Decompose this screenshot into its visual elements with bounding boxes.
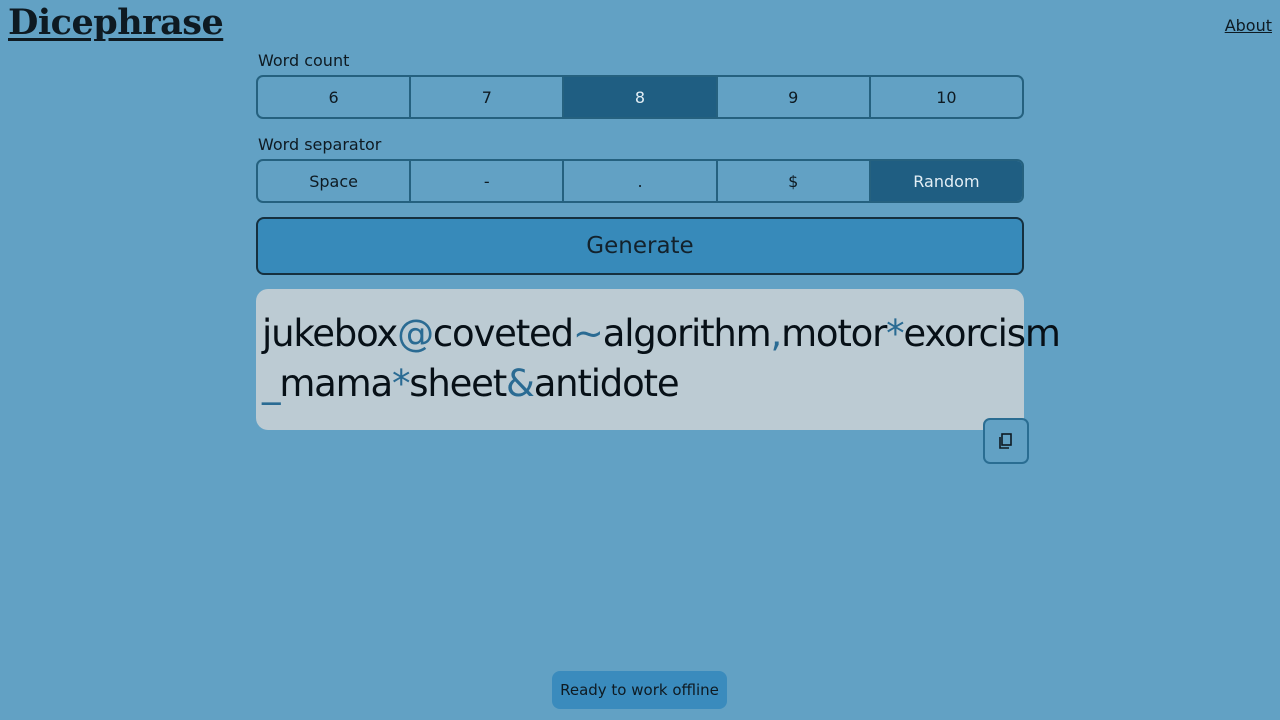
separator-option-dollar[interactable]: $ bbox=[718, 161, 871, 201]
word-count-option-6[interactable]: 6 bbox=[258, 77, 412, 117]
passphrase-word: sheet bbox=[409, 362, 507, 405]
passphrase-word: coveted bbox=[432, 312, 574, 355]
word-separator-selector: Space - . $ Random bbox=[256, 159, 1024, 203]
copy-icon bbox=[997, 432, 1015, 450]
passphrase-word: algorithm bbox=[602, 312, 772, 355]
passphrase-separator: ~ bbox=[572, 312, 604, 355]
passphrase-separator: , bbox=[770, 312, 783, 355]
word-separator-label: Word separator bbox=[258, 135, 382, 154]
passphrase-word: mama bbox=[279, 362, 393, 405]
word-count-label: Word count bbox=[258, 51, 350, 70]
passphrase-word: jukebox bbox=[262, 312, 398, 355]
separator-option-random[interactable]: Random bbox=[870, 161, 1022, 201]
word-count-option-10[interactable]: 10 bbox=[871, 77, 1022, 117]
word-count-option-7[interactable]: 7 bbox=[411, 77, 565, 117]
offline-status-toast: Ready to work offline bbox=[552, 671, 727, 709]
copy-button[interactable] bbox=[983, 418, 1029, 464]
word-count-selector: 6 7 8 9 10 bbox=[256, 75, 1024, 119]
passphrase-separator: * bbox=[391, 362, 411, 405]
passphrase-separator: @ bbox=[397, 312, 434, 355]
generate-button[interactable]: Generate bbox=[256, 217, 1024, 275]
separator-option-dash[interactable]: - bbox=[411, 161, 565, 201]
main-panel: Word count 6 7 8 9 10 Word separator Spa… bbox=[256, 50, 1061, 430]
passphrase-word: motor bbox=[781, 312, 887, 355]
passphrase-separator: * bbox=[886, 312, 905, 355]
passphrase-separator: _ bbox=[262, 362, 281, 405]
about-link[interactable]: About bbox=[1225, 16, 1272, 35]
separator-option-dot[interactable]: . bbox=[564, 161, 718, 201]
separator-option-space[interactable]: Space bbox=[258, 161, 412, 201]
passphrase-word: antidote bbox=[533, 362, 680, 405]
passphrase-separator: & bbox=[506, 362, 535, 405]
passphrase-word: exorcism bbox=[903, 312, 1060, 355]
app-logo[interactable]: Dicephrase bbox=[8, 2, 224, 43]
word-count-option-8[interactable]: 8 bbox=[564, 77, 718, 117]
app: Dicephrase About Word count 6 7 8 9 10 W… bbox=[0, 0, 1280, 720]
passphrase-output: jukebox@coveted~algorithm,motor*exorcism… bbox=[256, 289, 1061, 430]
word-count-option-9[interactable]: 9 bbox=[718, 77, 871, 117]
